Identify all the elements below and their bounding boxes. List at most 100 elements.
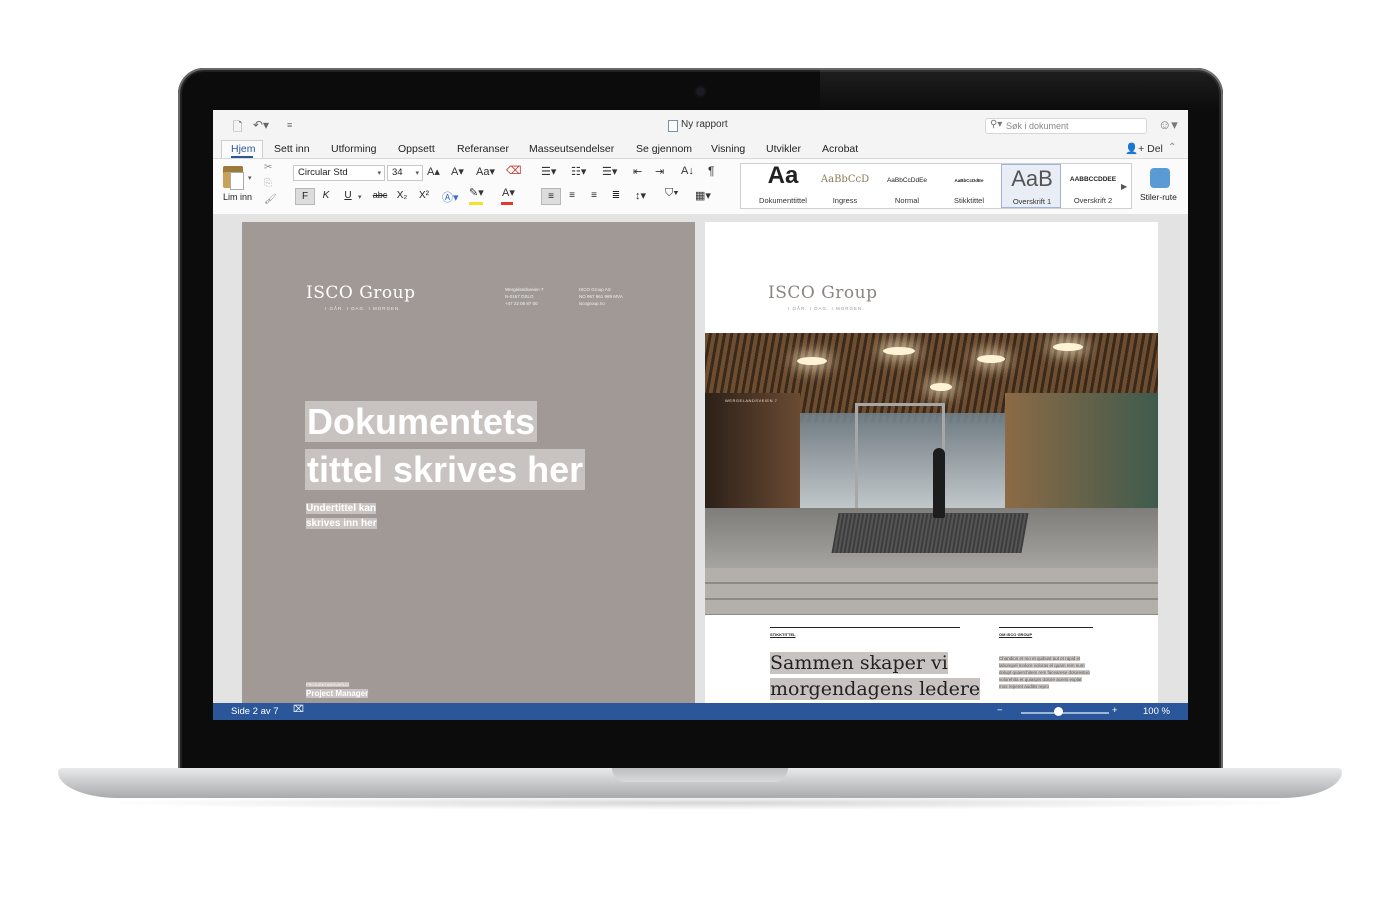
style-sample: AABBCCDDEE (1069, 176, 1117, 183)
style-ingress[interactable]: AaBbCcD Ingress (815, 164, 875, 208)
underline-dropdown-icon[interactable]: ▾ (358, 193, 362, 201)
tab-hjem[interactable]: Hjem (231, 143, 256, 155)
page-logo: ISCO Group (768, 283, 878, 303)
page-heading-line: Sammen skaper vi (770, 652, 948, 674)
zoom-out-icon[interactable]: − (997, 705, 1003, 716)
paste-paper-icon (230, 172, 244, 190)
page-heading[interactable]: Sammen skaper vi morgendagens ledere (770, 650, 981, 702)
cover-title[interactable]: Dokumentets tittel skrives her (305, 398, 586, 494)
lobby-wall-left (705, 393, 800, 513)
increase-indent-icon[interactable]: ⇥ (655, 165, 664, 178)
word-window: 🗋 ↶▾ ≡ Ny rapport ⚲▾ Søk i dokument ☺▾ H… (213, 110, 1188, 720)
about-body-text[interactable]: Chandion et mo et quibust aut et rapid e… (999, 655, 1091, 690)
page-count[interactable]: Side 2 av 7 (231, 706, 279, 717)
ceiling-lamp (797, 357, 827, 365)
tab-sett-inn[interactable]: Sett inn (274, 143, 310, 155)
font-color-icon[interactable]: A▾ (502, 186, 515, 199)
style-name: Normal (894, 196, 920, 205)
show-formatting-marks-icon[interactable]: ¶ (708, 164, 714, 178)
cover-tagline: I GÅR. I DAG. I MORGEN. (325, 306, 402, 311)
zoom-slider[interactable] (1021, 712, 1109, 714)
ceiling-lamp (930, 383, 952, 391)
borders-icon[interactable]: ▦▾ (695, 189, 711, 202)
text-effects-icon[interactable]: Ⓐ▾ (442, 189, 459, 205)
grow-font-icon[interactable]: A▴ (427, 165, 440, 178)
strikethrough-button[interactable]: abc (369, 188, 391, 203)
search-input[interactable]: ⚲▾ Søk i dokument (985, 118, 1147, 134)
paste-dropdown-icon[interactable]: ▾ (248, 174, 252, 182)
tab-visning[interactable]: Visning (711, 143, 745, 155)
tab-se-gjennom[interactable]: Se gjennom (636, 143, 692, 155)
tab-masseutsendelser[interactable]: Masseutsendelser (529, 143, 614, 155)
company-line: ISCO Group AS (579, 287, 611, 292)
proofing-icon[interactable]: ⌧ (293, 704, 304, 715)
tab-utvikler[interactable]: Utvikler (766, 143, 801, 155)
style-name: Overskrift 1 (1012, 197, 1052, 206)
zoom-level[interactable]: 100 % (1143, 706, 1170, 717)
styles-pane-label: Stiler-rute (1140, 192, 1177, 202)
style-overskrift-1[interactable]: AaB Overskrift 1 (1001, 164, 1061, 208)
project-manager[interactable]: Project Manager (306, 689, 369, 698)
subscript-button[interactable]: X₂ (393, 188, 411, 203)
cover-company-info: ISCO Group AS NO 967 961 969 MVA iscogro… (579, 286, 623, 307)
align-center-icon[interactable]: ≡ (563, 188, 581, 203)
lobby-wall-right (1005, 393, 1158, 513)
cut-icon[interactable]: ✂ (264, 162, 272, 173)
multilevel-list-icon[interactable]: ☰▾ (602, 165, 617, 178)
section-rule (770, 627, 960, 628)
cover-subtitle-line: skrives inn her (306, 518, 377, 529)
style-dokumenttittel[interactable]: Aa Dokumenttittel (753, 162, 813, 208)
font-size-select[interactable]: 34 ▾ (387, 165, 423, 181)
document-title: Ny rapport (681, 119, 728, 130)
collapse-ribbon-icon[interactable]: ⌃ (1168, 142, 1176, 153)
zoom-slider-thumb[interactable] (1054, 707, 1063, 716)
change-case-icon[interactable]: Aa▾ (476, 165, 495, 178)
bold-button[interactable]: F (295, 188, 315, 205)
cover-address: Wergelandsveien 7 N-0167 OSLO +47 22 06 … (505, 286, 543, 307)
share-button[interactable]: 👤+ Del (1125, 142, 1163, 155)
line-spacing-icon[interactable]: ↕▾ (635, 189, 646, 202)
sort-icon[interactable]: A↓ (681, 165, 694, 177)
italic-button[interactable]: K (317, 188, 335, 203)
align-left-icon[interactable]: ≡ (541, 188, 561, 205)
justify-icon[interactable]: ≣ (607, 188, 625, 203)
style-normal[interactable]: AaBbCcDdEe Normal (877, 164, 937, 208)
undo-icon[interactable]: ↶▾ (253, 118, 269, 132)
tab-acrobat[interactable]: Acrobat (822, 143, 858, 155)
customize-toolbar-icon[interactable]: ≡ (287, 120, 292, 130)
underline-button[interactable]: U (339, 188, 357, 203)
styles-more-icon[interactable]: ▶ (1121, 182, 1127, 191)
shading-icon[interactable]: ⛉▾ (665, 187, 679, 200)
document-icon (668, 120, 678, 132)
new-document-icon[interactable]: 🗋 (233, 118, 243, 139)
feedback-smiley-icon[interactable]: ☺▾ (1158, 117, 1178, 133)
superscript-button[interactable]: X² (415, 188, 433, 203)
style-name: Ingress (832, 196, 858, 205)
decrease-indent-icon[interactable]: ⇤ (633, 165, 642, 178)
font-size-value: 34 (392, 167, 403, 178)
shrink-font-icon[interactable]: A▾ (451, 165, 464, 178)
laptop-notch (612, 768, 788, 782)
tab-oppsett[interactable]: Oppsett (398, 143, 435, 155)
highlight-color-icon[interactable]: ✎▾ (469, 186, 484, 199)
style-name: Dokumenttittel (759, 196, 807, 205)
cover-subtitle[interactable]: Undertittel kan skrives inn her (306, 501, 377, 531)
clear-formatting-icon[interactable]: ⌫ (506, 164, 522, 177)
tab-referanser[interactable]: Referanser (457, 143, 509, 155)
align-right-icon[interactable]: ≡ (585, 188, 603, 203)
format-painter-icon[interactable]: 🖌 (264, 194, 277, 205)
zoom-in-icon[interactable]: + (1112, 705, 1118, 716)
tab-utforming[interactable]: Utforming (331, 143, 377, 155)
font-name-select[interactable]: Circular Std ▾ (293, 165, 385, 181)
project-label: PROSJEKTANSVARLIG (306, 682, 350, 687)
style-stikktittel[interactable]: AaBbCcDdEe Stikktittel (939, 164, 999, 208)
numbering-icon[interactable]: ☷▾ (571, 165, 586, 178)
highlight-color-swatch (469, 202, 483, 205)
style-overskrift-2[interactable]: AABBCCDDEE Overskrift 2 (1063, 164, 1123, 208)
company-line: NO 967 961 969 MVA (579, 294, 623, 299)
photo-building-sign: WERGELANDSVEIEN 7 (725, 398, 778, 403)
company-line: iscogroup.no (579, 301, 605, 306)
copy-icon[interactable]: ⎘ (264, 178, 272, 189)
bullets-icon[interactable]: ☰▾ (541, 165, 556, 178)
styles-pane-icon[interactable] (1150, 168, 1170, 188)
